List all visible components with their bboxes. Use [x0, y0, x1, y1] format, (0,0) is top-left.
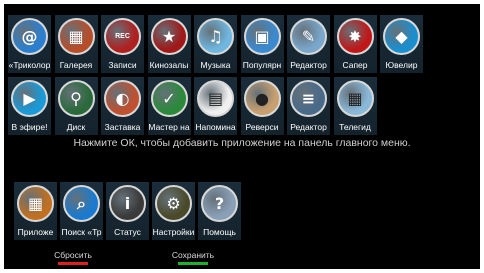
app-label: Популярн — [242, 60, 282, 70]
app-tile[interactable]: ● Реверси — [240, 77, 284, 135]
app-label: Кинозалы — [149, 60, 189, 70]
app-label: Мастер на — [148, 122, 190, 132]
app-label: Ювелир — [385, 60, 418, 70]
cinema-star-icon: ★ — [150, 18, 188, 55]
on-air-icon: ▶ — [11, 80, 48, 117]
app-tile[interactable]: ✎ Редактор — [287, 15, 330, 73]
app-label: Заставка — [104, 122, 141, 132]
instruction-text: Нажмите ОК, чтобы добавить приложение на… — [73, 137, 411, 149]
red-key-indicator — [58, 262, 88, 265]
app-label: Телегид — [339, 122, 371, 132]
reset-button[interactable]: Сбросить — [42, 250, 104, 265]
gallery-icon: ▦ — [57, 18, 95, 55]
app-label: Сапер — [342, 60, 368, 70]
green-key-indicator — [178, 262, 208, 265]
reversi-icon: ● — [243, 80, 281, 117]
settings-gear-icon: ⚙ — [155, 185, 192, 222]
app-tile[interactable]: ▶ В эфире! — [8, 77, 51, 135]
status-info-icon: i — [109, 185, 146, 222]
search-tricolor-icon: ⌕ — [63, 185, 100, 222]
mail-icon: @ — [11, 18, 48, 55]
app-panel-editor-screen: @ «Триколор ▦ Галерея REC Записи ★ Кинозалы ♫ Муз… — [4, 4, 480, 269]
popular-apps-icon: ▣ — [243, 18, 281, 55]
app-tile[interactable]: ? Помощь — [198, 182, 241, 240]
app-label: «Триколор — [8, 60, 51, 70]
app-label: Диск — [66, 122, 86, 132]
app-label: Напомина — [195, 122, 236, 132]
app-tile[interactable]: ▣ Популярн — [240, 15, 284, 73]
setup-wizard-icon: ✓ — [150, 80, 188, 117]
reset-label: Сбросить — [54, 250, 92, 260]
app-label: Поиск «Тр — [61, 227, 102, 237]
app-tile[interactable]: ◆ Ювелир — [380, 15, 423, 73]
app-tile[interactable]: ▦ Телегид — [333, 77, 377, 135]
app-tile[interactable]: ▤ Напомина — [194, 77, 237, 135]
app-label: Приложе — [17, 227, 54, 237]
app-tile[interactable]: @ «Триколор — [8, 15, 51, 73]
channel-editor-icon: ≡ — [290, 80, 327, 117]
app-tile[interactable]: ✓ Мастер на — [147, 77, 191, 135]
app-label: Реверси — [245, 122, 279, 132]
app-tile[interactable]: ⚙ Настройки — [152, 182, 195, 240]
minesweeper-icon: ✸ — [336, 18, 374, 55]
app-tile[interactable]: ★ Кинозалы — [147, 15, 191, 73]
app-label: Редактор — [290, 122, 327, 132]
app-tile[interactable]: ▦ Приложе — [14, 182, 57, 240]
app-tile[interactable]: ≡ Редактор — [287, 77, 330, 135]
music-icon: ♫ — [197, 18, 234, 55]
reminder-calendar-icon: ▤ — [197, 80, 234, 117]
app-tile[interactable]: ▦ Галерея — [54, 15, 98, 73]
editor-icon: ✎ — [290, 18, 327, 55]
screensaver-icon: ◐ — [104, 80, 141, 117]
app-tile[interactable]: ◐ Заставка — [101, 77, 144, 135]
app-tile[interactable]: ♫ Музыка — [194, 15, 237, 73]
app-tile[interactable]: REC Записи — [101, 15, 144, 73]
app-label: Настройки — [152, 227, 195, 237]
app-label: Галерея — [59, 60, 93, 70]
app-label: Статус — [114, 227, 141, 237]
record-icon: REC — [104, 18, 141, 55]
app-label: Помощь — [203, 227, 236, 237]
applications-icon: ▦ — [17, 185, 54, 222]
app-label: Записи — [108, 60, 137, 70]
tv-guide-icon: ▦ — [336, 80, 374, 117]
jeweler-icon: ◆ — [383, 18, 420, 55]
app-tile[interactable]: ✸ Сапер — [333, 15, 377, 73]
app-label: В эфире! — [11, 122, 48, 132]
app-label: Редактор — [290, 60, 327, 70]
app-tile[interactable]: ⚲ Диск — [54, 77, 98, 135]
app-tile[interactable]: ⌕ Поиск «Тр — [60, 182, 103, 240]
save-button[interactable]: Сохранить — [160, 250, 226, 265]
app-label: Музыка — [200, 60, 231, 70]
help-robot-icon: ? — [201, 185, 238, 222]
app-tile[interactable]: i Статус — [106, 182, 149, 240]
usb-disk-icon: ⚲ — [57, 80, 95, 117]
save-label: Сохранить — [171, 250, 215, 260]
